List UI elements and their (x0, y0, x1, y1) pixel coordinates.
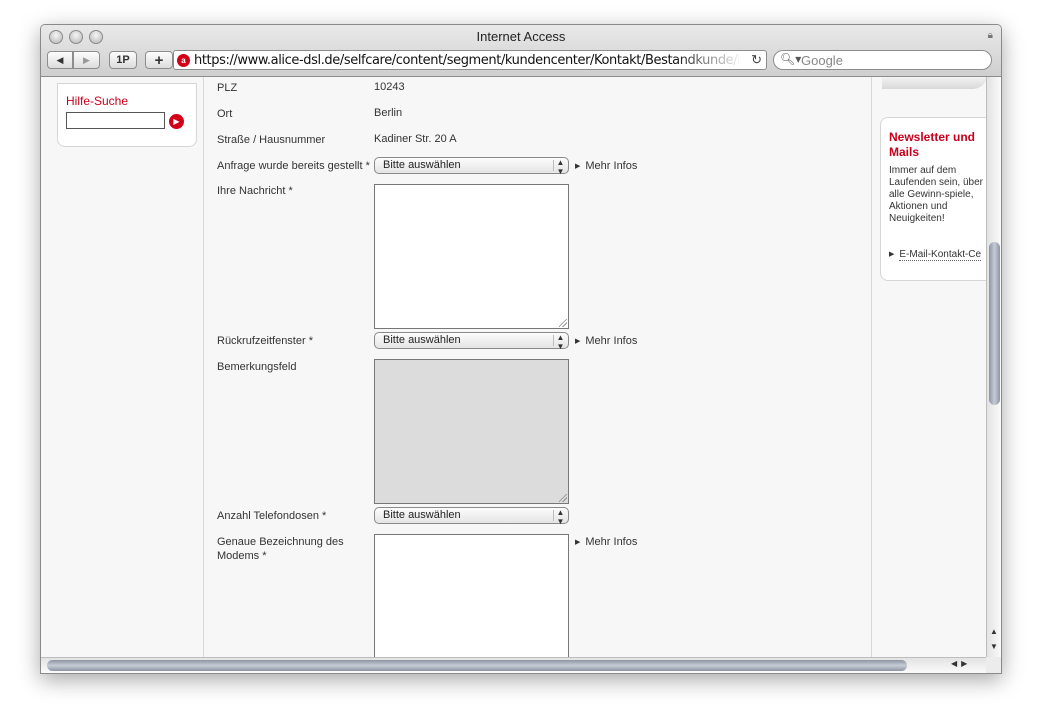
strasse-value: Kadiner Str. 20 A (374, 133, 457, 145)
plz-value: 10243 (374, 81, 405, 93)
help-search-box: Hilfe-Suche ▶ (57, 83, 197, 147)
site-favicon: a (177, 54, 190, 67)
nachricht-textarea[interactable] (374, 184, 569, 329)
horizontal-scrollbar[interactable]: ◀▶ (41, 657, 986, 673)
resize-grip-icon[interactable] (559, 494, 567, 502)
url-text[interactable]: https://www.alice-dsl.de/selfcare/conten… (194, 53, 739, 68)
back-arrow-icon: ◀ (56, 54, 64, 65)
rueckruf-selected-value: Bitte auswählen (383, 334, 461, 346)
triangle-right-icon: ▶ (889, 251, 895, 258)
page-curl-decoration (882, 77, 986, 89)
mehr-infos-text: Mehr Infos (585, 335, 638, 347)
anfrage-select[interactable]: Bitte auswählen ▲▼ (374, 157, 569, 176)
newsletter-link-text: E-Mail-Kontakt-Ce (899, 249, 982, 261)
search-icon: 🔍︎▾ (780, 52, 802, 66)
back-button[interactable]: ◀ (47, 51, 73, 69)
vertical-scroll-thumb[interactable] (989, 242, 1000, 405)
title-bar: Internet Access 🔒︎ ◀ ▶ 1P + a https://ww… (41, 25, 1001, 77)
anfrage-label: Anfrage wurde bereits gestellt * (217, 160, 370, 172)
telefondosen-selected-value: Bitte auswählen (383, 509, 461, 521)
lock-icon: 🔒︎ (987, 30, 993, 41)
window-resize-handle[interactable] (986, 657, 1001, 673)
newsletter-link[interactable]: ▶ E-Mail-Kontakt-Ce (889, 249, 982, 261)
nachricht-label: Ihre Nachricht * (217, 185, 293, 197)
select-arrows-icon: ▲▼ (556, 508, 565, 526)
rueckruf-mehr-infos-link[interactable]: ▶ Mehr Infos (575, 335, 637, 347)
modem-textarea[interactable] (374, 534, 569, 657)
scroll-up-arrow-icon[interactable]: ▲ (987, 625, 1001, 639)
ort-value: Berlin (374, 107, 403, 119)
newsletter-text: Immer auf dem Laufenden sein, über alle … (889, 165, 983, 224)
ort-label: Ort (217, 108, 233, 120)
reload-icon[interactable]: ↻ (751, 52, 762, 68)
horizontal-scroll-thumb[interactable] (47, 660, 907, 671)
telefondosen-select[interactable]: Bitte auswählen ▲▼ (374, 507, 569, 526)
forward-button[interactable]: ▶ (73, 51, 100, 69)
mehr-infos-text: Mehr Infos (585, 536, 638, 548)
triangle-right-icon: ▶ (575, 338, 581, 345)
newsletter-teaser: Newsletter und Mails Immer auf dem Laufe… (880, 117, 986, 281)
search-placeholder: Google (801, 53, 843, 68)
page-content: Hilfe-Suche ▶ PLZ 10243 Ort Berlin Straß… (41, 77, 986, 657)
help-search-input[interactable] (66, 112, 165, 129)
rueckruf-select[interactable]: Bitte auswählen ▲▼ (374, 332, 569, 351)
help-search-go-button[interactable]: ▶ (169, 114, 184, 129)
forward-arrow-icon: ▶ (83, 54, 90, 65)
bemerkung-textarea[interactable] (374, 359, 569, 504)
anfrage-selected-value: Bitte auswählen (383, 159, 461, 171)
add-bookmark-button[interactable]: + (145, 51, 173, 69)
help-search-title: Hilfe-Suche (66, 94, 129, 108)
bemerkung-label: Bemerkungsfeld (217, 361, 297, 373)
plz-label: PLZ (217, 82, 238, 94)
resize-grip-icon[interactable] (559, 319, 567, 327)
play-icon: ▶ (173, 117, 180, 126)
telefondosen-label: Anzahl Telefondosen * (217, 510, 327, 522)
select-arrows-icon: ▲▼ (556, 333, 565, 351)
search-field[interactable]: 🔍︎▾ Google (773, 50, 992, 70)
browser-window: Internet Access 🔒︎ ◀ ▶ 1P + a https://ww… (40, 24, 1002, 674)
select-arrows-icon: ▲▼ (556, 158, 565, 176)
vertical-scrollbar[interactable]: ▲ ▼ (986, 77, 1001, 657)
mehr-infos-text: Mehr Infos (585, 160, 638, 172)
rueckruf-label: Rückrufzeitfenster * (217, 335, 313, 347)
window-title: Internet Access (476, 29, 566, 44)
modem-label: Genaue Bezeichnung des Modems * (217, 536, 344, 562)
scroll-left-right-arrows-icon[interactable]: ◀▶ (951, 659, 971, 668)
triangle-right-icon: ▶ (575, 163, 581, 170)
address-bar[interactable]: a https://www.alice-dsl.de/selfcare/cont… (173, 50, 767, 70)
modem-mehr-infos-link[interactable]: ▶ Mehr Infos (575, 536, 637, 548)
right-sidebar: Newsletter und Mails Immer auf dem Laufe… (871, 77, 986, 657)
anfrage-mehr-infos-link[interactable]: ▶ Mehr Infos (575, 160, 637, 172)
onepassword-button[interactable]: 1P (109, 51, 137, 69)
triangle-right-icon: ▶ (575, 539, 581, 546)
left-sidebar: Hilfe-Suche ▶ (41, 77, 204, 657)
strasse-label: Straße / Hausnummer (217, 134, 326, 146)
scroll-down-arrow-icon[interactable]: ▼ (987, 640, 1001, 654)
newsletter-title: Newsletter und Mails (889, 130, 976, 159)
